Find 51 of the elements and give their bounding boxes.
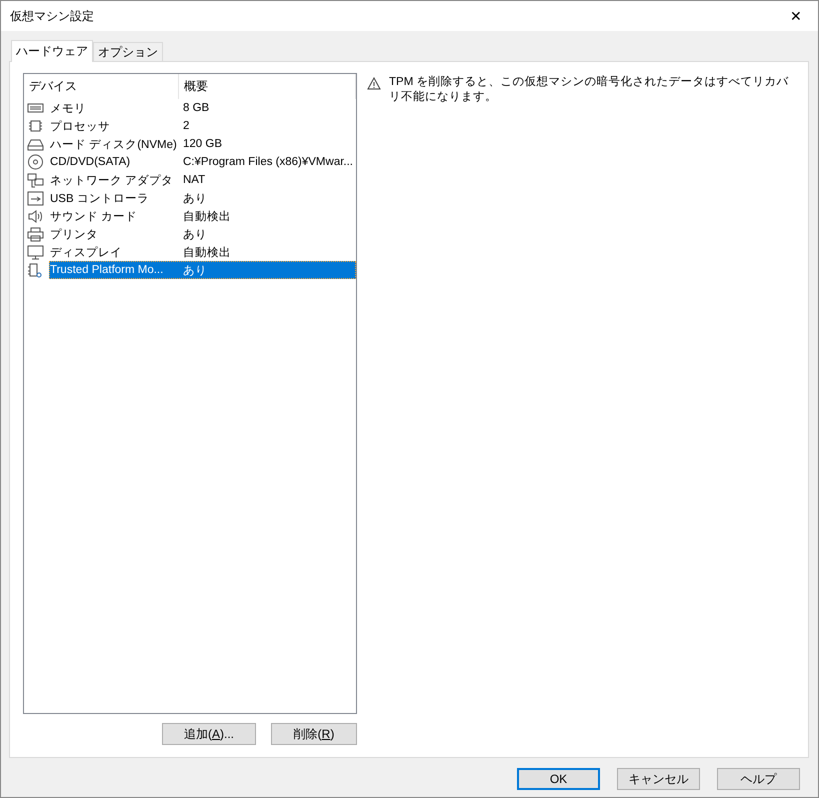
printer-icon — [27, 226, 44, 242]
column-header[interactable]: デバイス — [24, 74, 179, 99]
device-summary: あり — [182, 264, 208, 278]
device-summary: あり — [182, 228, 208, 242]
device-row[interactable]: ハード ディスク(NVMe) 120 GB — [49, 135, 356, 153]
device-summary: 自動検出 — [182, 246, 232, 260]
display-icon — [27, 244, 44, 260]
device-row[interactable]: プロセッサ 2 — [49, 117, 356, 135]
device-row[interactable]: ディスプレイ 自動検出 — [49, 243, 356, 261]
device-name: プロセッサ — [49, 119, 111, 134]
warning-icon — [367, 77, 381, 90]
device-name: サウンド カード — [49, 210, 138, 224]
close-button[interactable]: ✕ — [774, 1, 818, 31]
dialog-button[interactable]: キャンセル — [617, 768, 700, 790]
device-row[interactable]: USB コントローラ あり — [49, 189, 356, 207]
device-name: メモリ — [49, 102, 87, 116]
device-name: ハード ディスク(NVMe) — [49, 138, 178, 152]
add-button[interactable]: 追加(A)... — [162, 723, 256, 745]
device-row[interactable]: メモリ 8 GB — [49, 99, 356, 117]
device-row[interactable]: サウンド カード 自動検出 — [49, 207, 356, 225]
remove-button[interactable]: 削除(R) — [271, 723, 357, 745]
warning-message: TPM を削除すると、この仮想マシンの暗号化されたデータはすべてリカバリ不能になります。 — [389, 75, 790, 105]
usb-icon — [27, 190, 44, 206]
device-row[interactable]: Trusted Platform Mo... あり — [49, 261, 356, 279]
cd-icon — [27, 154, 44, 170]
sound-icon — [27, 208, 44, 224]
device-summary: 自動検出 — [182, 210, 232, 224]
window-title: 仮想マシン設定 — [10, 8, 94, 24]
device-name: プリンタ — [49, 227, 99, 242]
tab[interactable]: オプション — [93, 42, 163, 61]
dialog-button[interactable]: ヘルプ — [717, 768, 800, 790]
device-summary: C:¥Program Files (x86)¥VMwar... — [182, 156, 354, 168]
device-name: CD/DVD(SATA) — [49, 156, 132, 168]
tpm-icon — [27, 262, 44, 278]
device-summary: 8 GB — [182, 102, 210, 114]
cpu-icon — [27, 118, 44, 134]
device-name: ネットワーク アダプタ — [49, 173, 174, 188]
dialog-button[interactable]: OK — [517, 768, 600, 790]
device-name: Trusted Platform Mo... — [49, 264, 164, 276]
device-summary: NAT — [182, 174, 206, 186]
device-name: ディスプレイ — [49, 245, 123, 260]
device-summary: 2 — [182, 120, 190, 132]
device-row[interactable]: ネットワーク アダプタ NAT — [49, 171, 356, 189]
column-header[interactable]: 概要 — [179, 74, 356, 99]
network-icon — [27, 172, 44, 188]
device-row[interactable]: プリンタ あり — [49, 225, 356, 243]
device-summary: あり — [182, 192, 208, 206]
device-name: USB コントローラ — [49, 192, 150, 206]
device-row[interactable]: CD/DVD(SATA) C:¥Program Files (x86)¥VMwar... — [49, 153, 356, 171]
device-summary: 120 GB — [182, 138, 223, 150]
tab[interactable]: ハードウェア — [11, 40, 93, 62]
